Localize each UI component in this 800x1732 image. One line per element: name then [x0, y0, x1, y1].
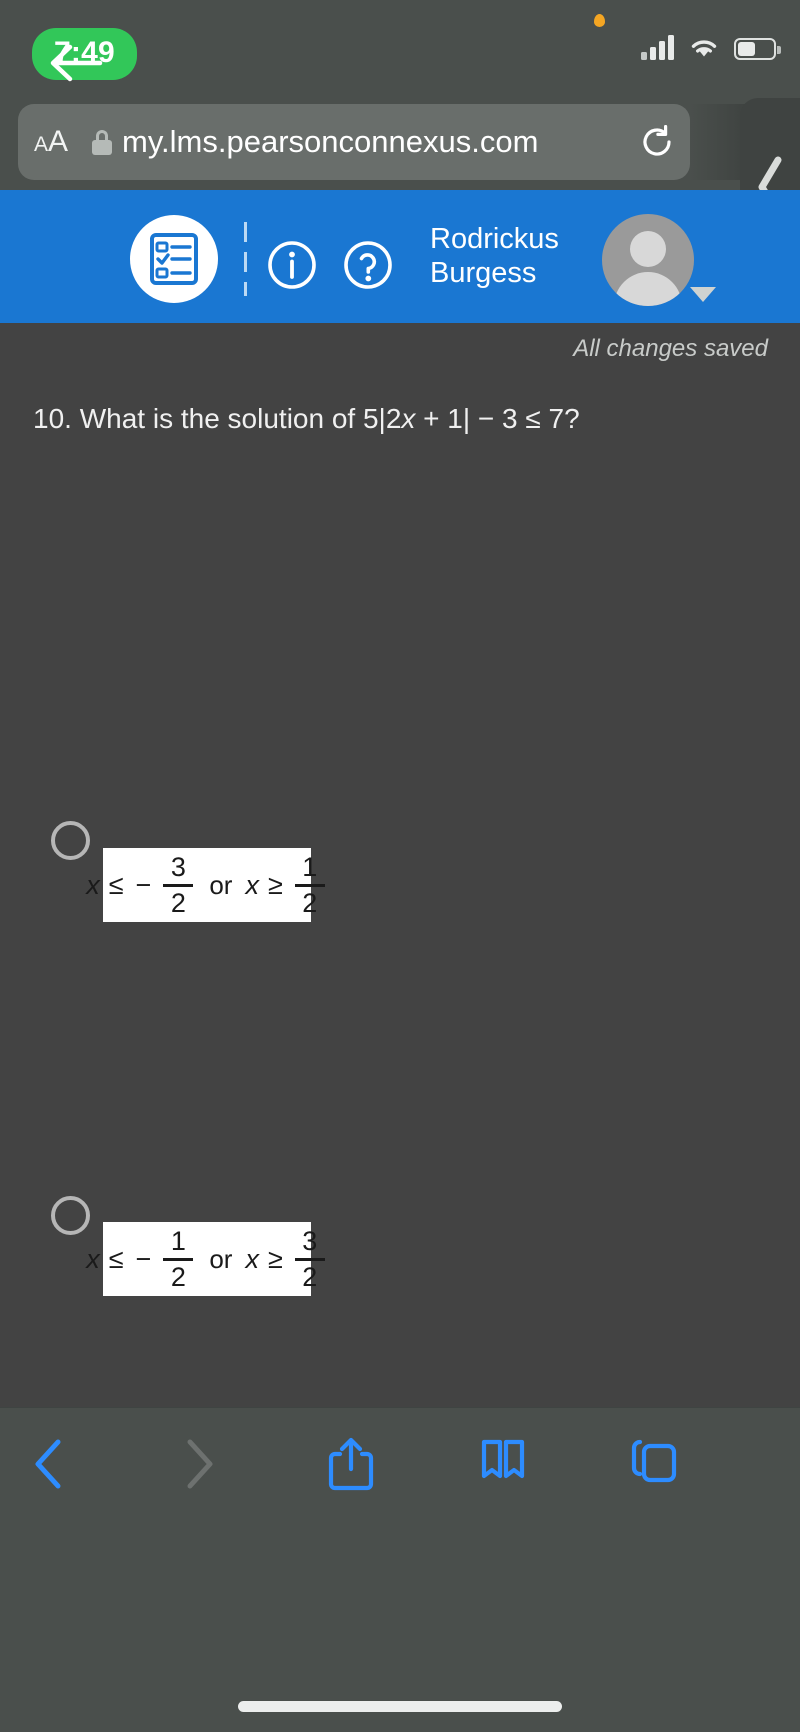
answer-option-b[interactable]: x ≤ − 1 2 or x ≥ 3 2	[0, 660, 800, 1296]
cellular-signal-icon	[641, 34, 674, 60]
save-status-text: All changes saved	[573, 335, 768, 362]
caret-down-icon[interactable]	[690, 287, 716, 302]
math-relation: ≤	[108, 1243, 124, 1274]
question-variable: x	[401, 403, 416, 434]
question-content-area: All changes saved 10. What is the soluti…	[0, 323, 800, 1728]
app-back-arrow-icon[interactable]	[48, 40, 104, 86]
home-indicator	[238, 1701, 562, 1712]
math-sign: −	[135, 1243, 152, 1274]
wifi-icon	[691, 40, 717, 57]
user-first-name: Rodrickus	[430, 223, 559, 255]
question-circle-icon[interactable]	[342, 239, 394, 291]
ios-status-bar: 7:49	[0, 0, 800, 96]
browser-forward-button[interactable]	[176, 1436, 222, 1497]
answer-option-d[interactable]: − 3 2 ≤ x ≤ 1 2	[0, 1034, 800, 1221]
math-var: x	[86, 1243, 100, 1274]
math-fraction: 1 2	[163, 1225, 194, 1292]
answer-option-a[interactable]: x ≤ − 3 2 or x ≥ 1 2	[0, 473, 800, 922]
reload-icon[interactable]	[640, 125, 674, 159]
text-size-icon[interactable]: AA	[34, 125, 68, 159]
fraction-denominator: 2	[302, 1261, 318, 1292]
status-right-group	[641, 34, 781, 60]
privacy-indicator-icon	[594, 14, 605, 27]
info-circle-icon[interactable]	[266, 239, 318, 291]
browser-back-button[interactable]	[26, 1436, 72, 1497]
question-prefix: What is the solution of 5|2	[79, 403, 402, 434]
course-logo-button[interactable]	[130, 215, 218, 303]
math-image-b[interactable]: x ≤ − 1 2 or x ≥ 3 2	[86, 1222, 325, 1296]
avatar-body	[614, 272, 682, 306]
book-icon	[481, 1439, 525, 1479]
avatar[interactable]	[602, 214, 694, 306]
checklist-clipboard-icon	[150, 233, 198, 285]
fraction-denominator: 2	[170, 1261, 186, 1292]
browser-tabs-button[interactable]	[628, 1436, 680, 1497]
screen: 7:49 AA my.lms.pearsonconnexus.com Rodri…	[0, 0, 800, 1732]
chevron-right-icon	[187, 1439, 213, 1489]
math-fraction: 3 2	[294, 1225, 325, 1292]
url-text[interactable]: my.lms.pearsonconnexus.com	[122, 124, 640, 160]
question-suffix: + 1| − 3 ≤ 7?	[415, 403, 580, 434]
answer-option-c[interactable]: − 3 2 ≤ x ≤ − 1 2	[0, 847, 800, 1671]
math-relation: ≥	[267, 1243, 283, 1274]
answer-options-list: x ≤ − 3 2 or x ≥ 1 2 x ≤ − 1 2 or x ≥ 3 …	[0, 473, 800, 1671]
user-name[interactable]: Rodrickus Burgess	[430, 222, 600, 290]
avatar-head	[630, 231, 666, 267]
question-text: 10. What is the solution of 5|2x + 1| − …	[33, 401, 773, 437]
question-number: 10.	[33, 403, 72, 434]
math-conjunction: or	[209, 1243, 233, 1274]
browser-share-button[interactable]	[326, 1436, 376, 1497]
user-last-name: Burgess	[430, 257, 537, 289]
lock-icon	[92, 129, 113, 155]
math-expression-b: x ≤ − 1 2 or x ≥ 3 2	[83, 1225, 331, 1292]
share-icon	[328, 1437, 374, 1491]
fraction-numerator: 3	[302, 1225, 318, 1256]
chevron-left-icon	[35, 1439, 61, 1489]
browser-bookmarks-button[interactable]	[478, 1436, 528, 1497]
math-var: x	[245, 1243, 259, 1274]
header-divider	[244, 222, 247, 296]
battery-icon	[734, 38, 781, 60]
safari-bottom-toolbar	[0, 1407, 800, 1732]
browser-url-bar[interactable]: AA my.lms.pearsonconnexus.com	[18, 104, 690, 180]
fraction-numerator: 1	[170, 1225, 186, 1256]
tabs-icon	[631, 1439, 677, 1483]
